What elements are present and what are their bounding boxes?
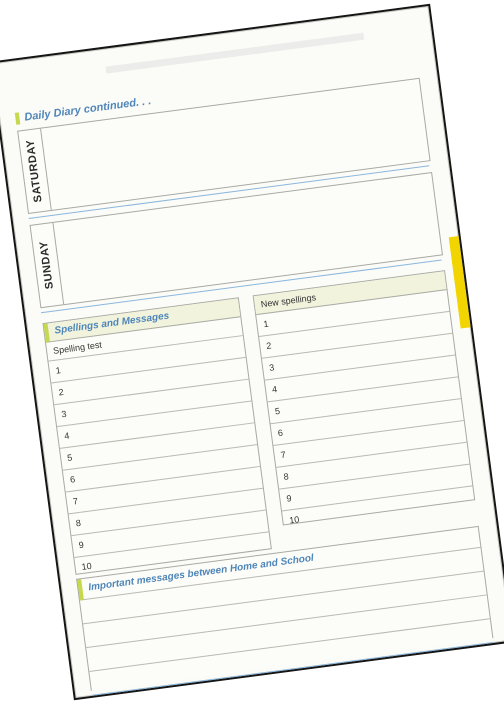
new-spellings-rows: 1 2 3 4 5 6 7 8 9 10 — [256, 290, 475, 532]
sunday-label: SUNDAY — [37, 240, 57, 290]
saturday-label: SATURDAY — [24, 138, 45, 204]
page-tab — [448, 236, 471, 329]
new-spellings-table: New spellings 1 2 3 4 5 6 7 8 9 10 — [252, 270, 476, 526]
spelling-test-rows: 1 2 3 4 5 6 7 8 9 10 — [48, 336, 272, 579]
spelling-test-table: Spellings and Messages Spelling test 123… — [42, 297, 272, 575]
diary-page: Daily Diary continued. . . SATURDAY SUND… — [0, 3, 504, 701]
day-label-saturday: SATURDAY — [18, 128, 52, 213]
faint-header-text — [105, 32, 365, 74]
day-label-sunday: SUNDAY — [30, 222, 65, 308]
